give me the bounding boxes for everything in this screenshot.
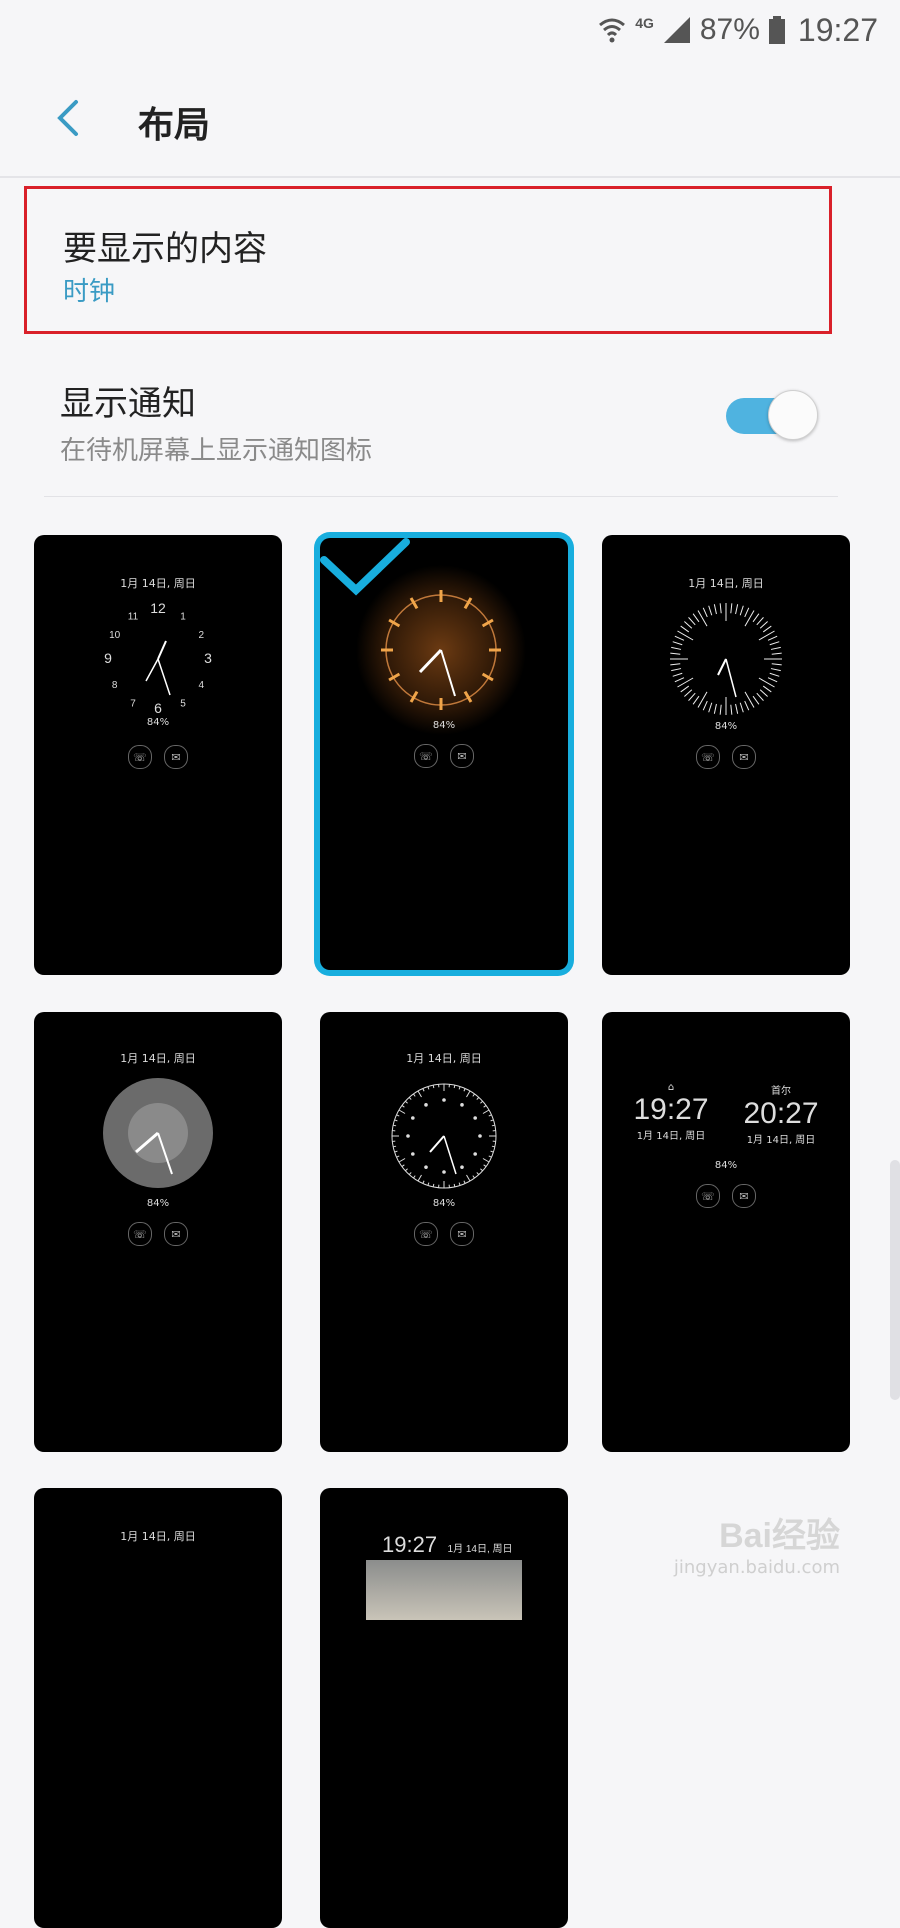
clock-numeral: 5 xyxy=(180,698,186,709)
local-date: 1月 14日, 周日 xyxy=(616,1127,726,1142)
clock-style-grid: 1月 14日, 周日 121234567891011 84% ☏ ✉ 1月 14… xyxy=(0,0,900,1600)
clock-numeral: 3 xyxy=(204,650,212,666)
clock-numeral: 7 xyxy=(130,698,136,709)
missed-call-icon: ☏ xyxy=(696,745,720,769)
thumb-date: 1月 14日, 周日 xyxy=(34,1528,282,1544)
dual-clock-local: ⌂ 19:27 1月 14日, 周日 xyxy=(616,1082,726,1142)
clock-numeral: 10 xyxy=(109,630,121,641)
missed-call-icon: ☏ xyxy=(414,1222,438,1246)
thumb-notification-icons: ☏ ✉ xyxy=(602,745,850,769)
thumb-notification-icons: ☏ ✉ xyxy=(320,744,568,768)
clock-numeral: 1 xyxy=(180,612,186,623)
message-icon: ✉ xyxy=(732,745,756,769)
photo-clock-time: 19:27 xyxy=(382,1532,437,1557)
clock-style-option-3[interactable]: 1月 14日, 周日 84% ☏ ✉ xyxy=(602,535,850,975)
thumb-notification-icons: ☏ ✉ xyxy=(34,745,282,769)
thumb-battery: 84% xyxy=(320,720,568,731)
watermark-url: jingyan.baidu.com xyxy=(674,1557,840,1578)
clock-style-option-1[interactable]: 1月 14日, 周日 121234567891011 84% ☏ ✉ xyxy=(34,535,282,975)
message-icon: ✉ xyxy=(450,1222,474,1246)
clock-numeral: 2 xyxy=(199,630,205,641)
thumb-battery: 84% xyxy=(320,1198,568,1209)
clock-numeral: 11 xyxy=(128,612,139,623)
message-icon: ✉ xyxy=(732,1184,756,1208)
photo-thumbnail xyxy=(366,1560,522,1620)
thumb-battery: 84% xyxy=(34,717,282,728)
home-icon: ⌂ xyxy=(616,1082,726,1093)
clock-style-option-2[interactable]: 1月 14日, 周日 84% ☏ ✉ xyxy=(320,538,568,970)
clock-style-option-4[interactable]: 1月 14日, 周日 84% ☏ ✉ xyxy=(34,1012,282,1452)
message-icon: ✉ xyxy=(450,744,474,768)
thumb-battery: 84% xyxy=(34,1198,282,1209)
thumb-notification-icons: ☏ ✉ xyxy=(602,1184,850,1208)
thumb-notification-icons: ☏ ✉ xyxy=(34,1222,282,1246)
clock-style-option-6[interactable]: ⌂ 19:27 1月 14日, 周日 首尔 20:27 1月 14日, 周日 8… xyxy=(602,1012,850,1452)
photo-clock: 19:27 1月 14日, 周日 xyxy=(382,1532,513,1558)
selected-check-icon xyxy=(320,538,410,598)
missed-call-icon: ☏ xyxy=(128,745,152,769)
clock-style-option-7[interactable]: 1月 14日, 周日 xyxy=(34,1488,282,1928)
scrollbar[interactable] xyxy=(890,1160,900,1400)
thumb-battery: 84% xyxy=(602,1160,850,1171)
remote-city: 首尔 xyxy=(726,1082,836,1097)
message-icon: ✉ xyxy=(164,745,188,769)
remote-date: 1月 14日, 周日 xyxy=(726,1131,836,1146)
clock-numeral: 4 xyxy=(199,680,205,691)
missed-call-icon: ☏ xyxy=(128,1222,152,1246)
clock-numeral: 6 xyxy=(154,700,162,716)
photo-clock-date: 1月 14日, 周日 xyxy=(448,1544,513,1555)
thumb-battery: 84% xyxy=(602,721,850,732)
watermark-logo: Bai经验 xyxy=(674,1508,840,1557)
missed-call-icon: ☏ xyxy=(414,744,438,768)
clock-style-option-8[interactable]: 19:27 1月 14日, 周日 xyxy=(320,1488,568,1928)
clock-numeral: 9 xyxy=(104,650,112,666)
dual-clock-remote: 首尔 20:27 1月 14日, 周日 xyxy=(726,1082,836,1146)
clock-style-option-5[interactable]: 1月 14日, 周日 84% ☏ ✉ xyxy=(320,1012,568,1452)
missed-call-icon: ☏ xyxy=(696,1184,720,1208)
remote-time: 20:27 xyxy=(726,1097,836,1131)
message-icon: ✉ xyxy=(164,1222,188,1246)
local-time: 19:27 xyxy=(616,1093,726,1127)
thumb-notification-icons: ☏ ✉ xyxy=(320,1222,568,1246)
clock-numeral: 8 xyxy=(112,680,118,691)
watermark: Bai经验 jingyan.baidu.com xyxy=(674,1508,840,1578)
clock-numeral: 12 xyxy=(150,600,166,616)
